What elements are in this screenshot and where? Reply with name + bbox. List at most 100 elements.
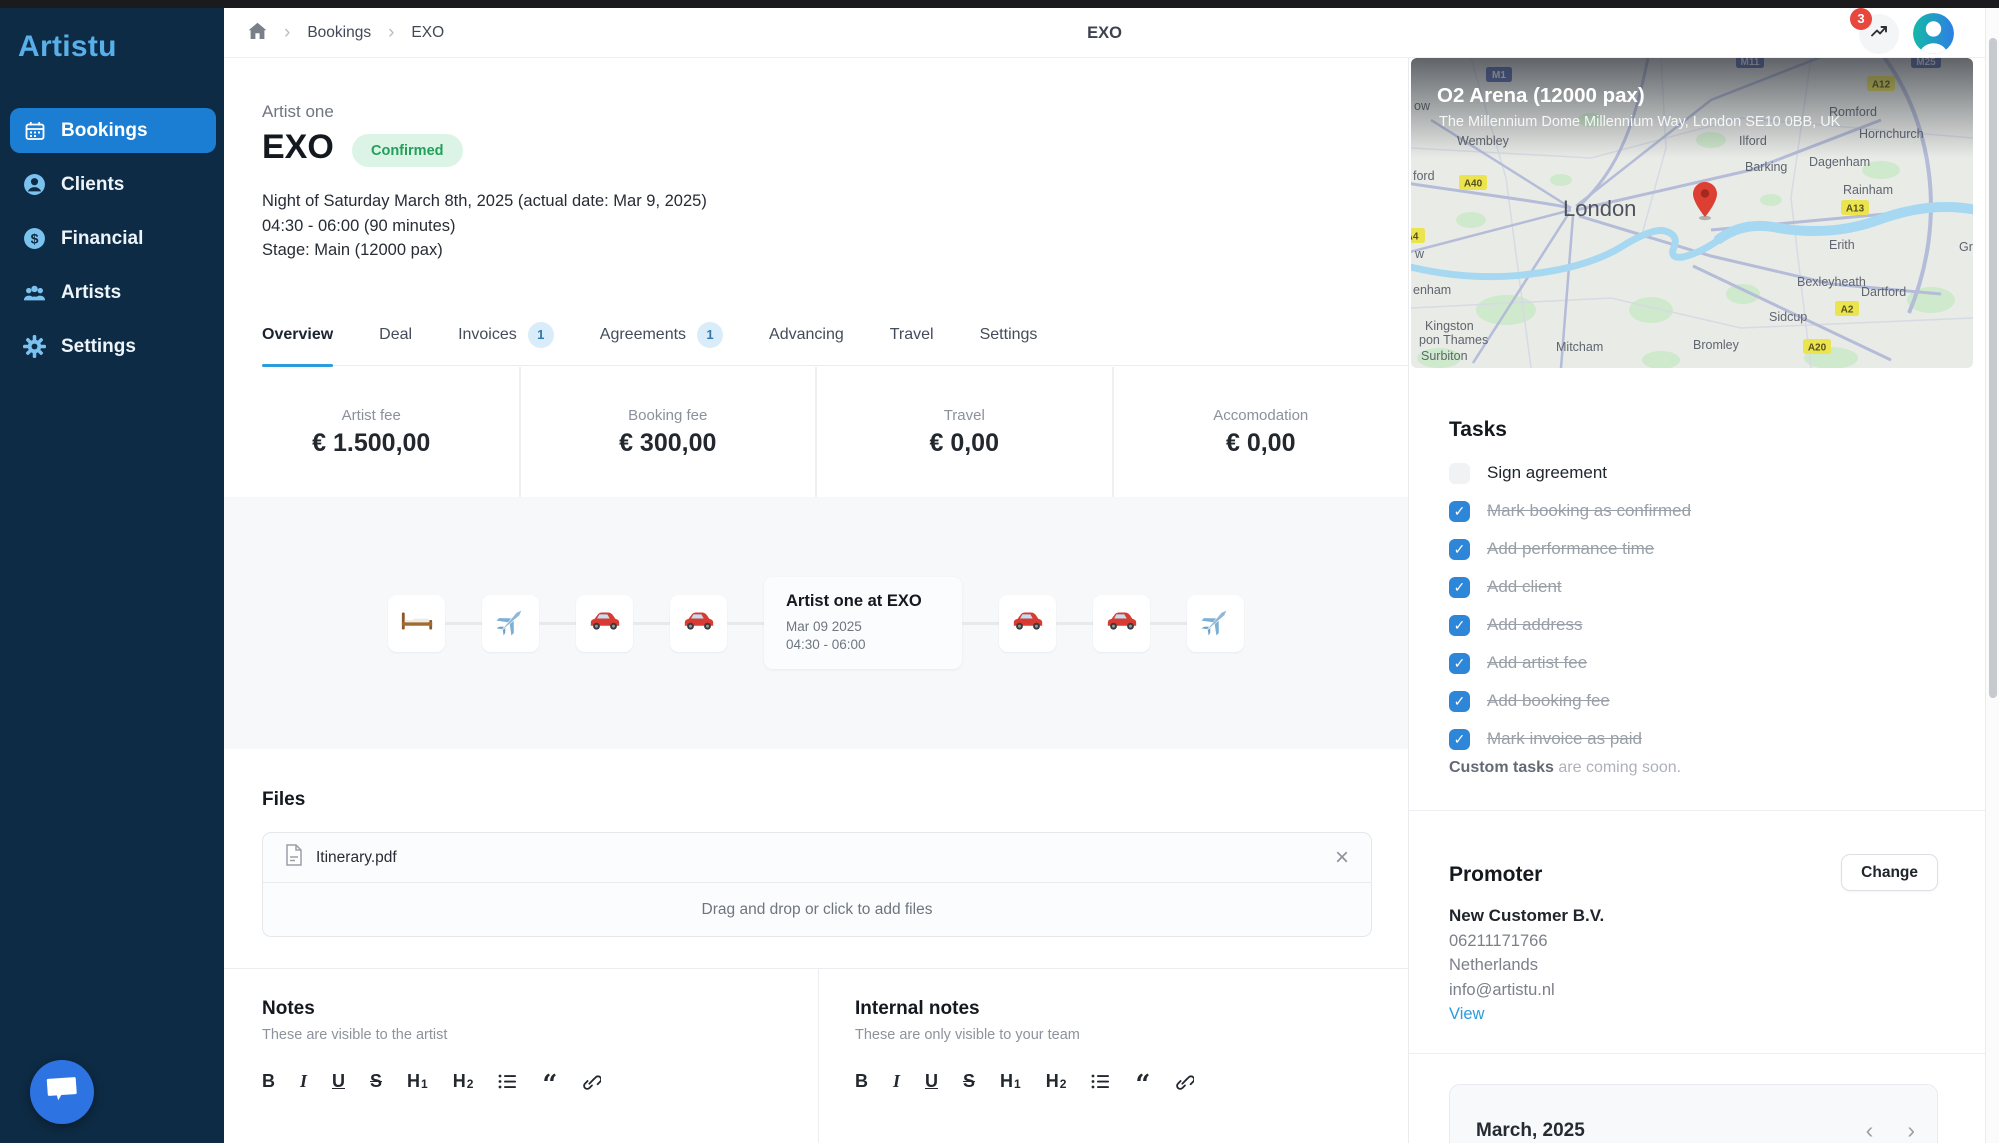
activity-button[interactable]: 3 (1859, 14, 1899, 54)
timeline-event-card[interactable]: Artist one at EXO Mar 09 2025 04:30 - 06… (764, 577, 962, 669)
document-icon (285, 844, 303, 871)
person-icon (23, 173, 46, 196)
tab-travel[interactable]: Travel (890, 306, 934, 365)
internal-notes-toolbar: B I U S H1 H2 “ (855, 1069, 1372, 1093)
tasks-list: Sign agreement ✓ Mark booking as confirm… (1449, 454, 1955, 758)
timeline-flight-card[interactable] (482, 595, 539, 652)
tasks-title: Tasks (1449, 418, 1507, 442)
heading2-button[interactable]: H2 (1046, 1072, 1067, 1090)
tab-invoices[interactable]: Invoices 1 (458, 306, 554, 365)
people-group-icon (23, 281, 46, 304)
strikethrough-button[interactable]: S (370, 1072, 382, 1090)
dollar-icon: $ (23, 227, 46, 250)
promoter-view-link[interactable]: View (1449, 1002, 1604, 1027)
blockquote-button[interactable]: “ (1135, 1078, 1150, 1094)
change-promoter-button[interactable]: Change (1841, 854, 1938, 891)
sidebar-item-financial[interactable]: $ Financial (10, 216, 216, 261)
sidebar: Artistu Bookings Clients (0, 8, 224, 1143)
heading1-button[interactable]: H1 (1000, 1072, 1021, 1090)
svg-text:Barking: Barking (1745, 160, 1787, 174)
tab-agreements[interactable]: Agreements 1 (600, 306, 723, 365)
timeline-connector (962, 622, 999, 625)
venue-address: The Millennium Dome Millennium Way, Lond… (1439, 114, 1841, 130)
file-row[interactable]: Itinerary.pdf × (263, 833, 1371, 883)
timeline-drive-card[interactable] (1093, 595, 1150, 652)
task-add-address: ✓ Add address (1449, 606, 1955, 644)
fee-summary-row: Artist fee € 1.500,00 Booking fee € 300,… (224, 367, 1408, 497)
svg-text:A20: A20 (1808, 343, 1827, 354)
checkbox-checked[interactable]: ✓ (1449, 501, 1470, 522)
timeline-hotel-card[interactable] (388, 595, 445, 652)
tab-deal[interactable]: Deal (379, 306, 412, 365)
notes-section: Notes These are visible to the artist B … (262, 969, 785, 1143)
checkbox-checked[interactable]: ✓ (1449, 691, 1470, 712)
timeline-drive-card[interactable] (999, 595, 1056, 652)
booking-title: EXO (262, 128, 334, 167)
event-time: 04:30 - 06:00 (786, 636, 962, 654)
checkbox-unchecked[interactable] (1449, 463, 1470, 484)
sidebar-item-artists[interactable]: Artists (10, 270, 216, 315)
tab-settings[interactable]: Settings (980, 306, 1038, 365)
italic-button[interactable]: I (300, 1072, 307, 1090)
blockquote-button[interactable]: “ (542, 1078, 557, 1094)
checkbox-checked[interactable]: ✓ (1449, 615, 1470, 636)
calendar-prev-button[interactable]: ‹ (1866, 1119, 1874, 1142)
calendar-next-button[interactable]: › (1907, 1119, 1915, 1142)
timeline-flight-card[interactable] (1187, 595, 1244, 652)
svg-text:London: London (1563, 196, 1636, 221)
svg-text:Sidcup: Sidcup (1769, 310, 1807, 324)
strikethrough-button[interactable]: S (963, 1072, 975, 1090)
heading2-button[interactable]: H2 (453, 1072, 474, 1090)
file-dropzone[interactable]: Drag and drop or click to add files (263, 883, 1371, 937)
timeline-connector (1056, 622, 1093, 625)
timeline-drive-card[interactable] (670, 595, 727, 652)
sidebar-item-clients[interactable]: Clients (10, 162, 216, 207)
sidebar-item-settings[interactable]: Settings (10, 324, 216, 369)
panel-divider (1409, 810, 1985, 811)
checkbox-checked[interactable]: ✓ (1449, 577, 1470, 598)
italic-button[interactable]: I (893, 1072, 900, 1090)
checkbox-checked[interactable]: ✓ (1449, 653, 1470, 674)
trending-arrow-icon (1868, 20, 1890, 47)
underline-button[interactable]: U (925, 1072, 938, 1090)
tab-overview[interactable]: Overview (262, 306, 333, 365)
file-remove-button[interactable]: × (1335, 846, 1349, 870)
svg-text:$: $ (31, 230, 39, 246)
internal-notes-title: Internal notes (855, 998, 1372, 1020)
booking-stage-line: Stage: Main (12000 pax) (262, 238, 707, 263)
page-title: EXO (224, 8, 1985, 58)
venue-map[interactable]: M1 M11 M25 A12 A40 A13 A2 A20 A4 London … (1411, 58, 1973, 368)
link-button[interactable] (1175, 1072, 1194, 1091)
task-add-client: ✓ Add client (1449, 568, 1955, 606)
checkbox-checked[interactable]: ✓ (1449, 729, 1470, 750)
page-scrollbar[interactable] (1985, 8, 1999, 1143)
underline-button[interactable]: U (332, 1072, 345, 1090)
calendar-nav: ‹ › (1866, 1119, 1915, 1142)
heading1-button[interactable]: H1 (407, 1072, 428, 1090)
tab-advancing[interactable]: Advancing (769, 306, 844, 365)
timeline-connector (445, 622, 482, 625)
sidebar-item-label: Clients (61, 174, 124, 196)
app-root: Artistu Bookings Clients (0, 0, 1999, 1143)
artist-label: Artist one (262, 102, 334, 122)
bold-button[interactable]: B (262, 1072, 275, 1090)
chat-launcher-button[interactable] (30, 1060, 94, 1124)
user-avatar[interactable] (1913, 13, 1954, 54)
window-top-strip (0, 0, 1999, 8)
notification-badge: 3 (1850, 8, 1872, 30)
app-logo[interactable]: Artistu (18, 30, 117, 64)
chat-bubble-icon (46, 1076, 78, 1109)
itinerary-timeline-section: Artist one at EXO Mar 09 2025 04:30 - 06… (224, 497, 1408, 749)
checkbox-checked[interactable]: ✓ (1449, 539, 1470, 560)
sidebar-item-label: Settings (61, 336, 136, 358)
booking-time-line: 04:30 - 06:00 (90 minutes) (262, 214, 707, 239)
stat-accomodation: Accomodation € 0,00 (1112, 367, 1409, 497)
invoices-count-badge: 1 (528, 322, 554, 348)
timeline-drive-card[interactable] (576, 595, 633, 652)
sidebar-item-bookings[interactable]: Bookings (10, 108, 216, 153)
scrollbar-thumb[interactable] (1989, 38, 1997, 698)
bold-button[interactable]: B (855, 1072, 868, 1090)
list-button[interactable] (1091, 1073, 1110, 1090)
list-button[interactable] (498, 1073, 517, 1090)
link-button[interactable] (582, 1072, 601, 1091)
